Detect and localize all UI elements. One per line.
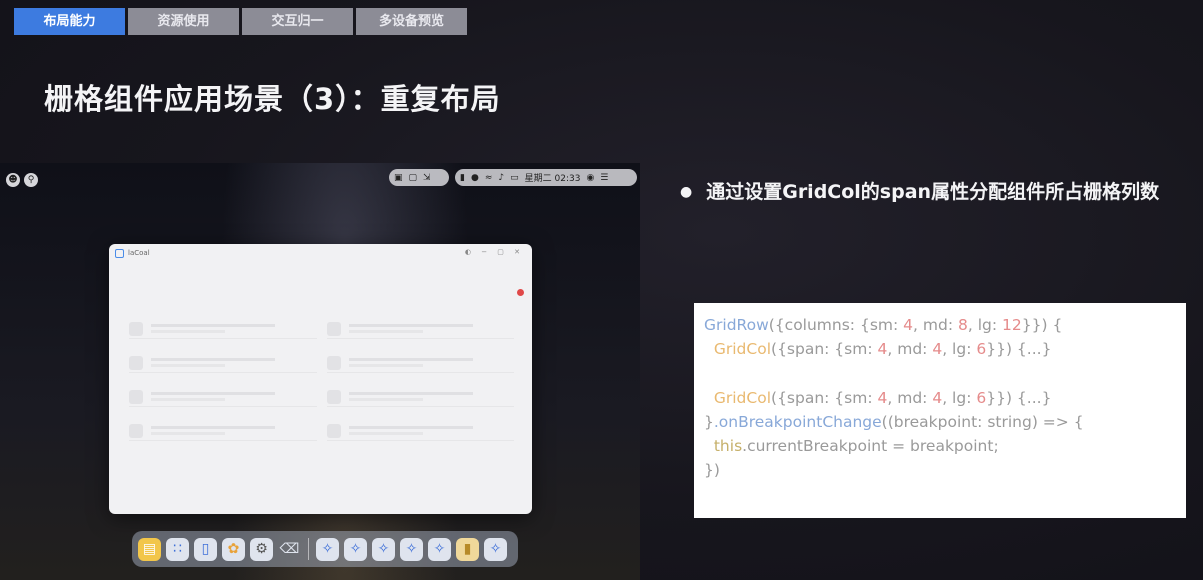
battery-icon: ▮ [460,172,465,183]
bullet-text: 通过设置GridCol的span属性分配组件所占栅格列数 [706,181,1160,203]
clover-app-icon[interactable]: ✧ [428,537,451,561]
code-line: }) [704,461,720,480]
grid-app-icon[interactable]: ∷ [166,537,189,561]
tab-layout[interactable]: 布局能力 [14,8,125,35]
window-name: laCoal [128,249,150,257]
status-time: 星期二 02:33 [524,174,581,184]
list-item[interactable] [129,387,317,407]
clover-app-icon[interactable]: ✧ [372,537,395,561]
app-icon [115,248,124,258]
mic-icon: ● [470,172,479,183]
list-item[interactable] [326,387,514,407]
list-item[interactable] [129,319,317,339]
chat-icon[interactable]: ◉ [586,173,594,183]
volume-icon: ♪ [498,172,505,183]
window-controls[interactable]: ◐ − ▢ ✕ [465,248,524,256]
dock-divider [308,538,309,560]
tab-resource[interactable]: 资源使用 [128,8,239,35]
notes-app-icon[interactable]: ▮ [456,537,479,561]
status-pill: ▮ ● ≈ ♪ ▭ 星期二 02:33 ◉ ☰ [455,169,637,186]
settings-app-icon[interactable]: ⚙ [250,537,273,561]
app-window: laCoal ◐ − ▢ ✕ [109,244,532,514]
code-line: GridCol({span: {sm: 4, md: 4, lg: 6}}) {… [713,388,1052,407]
code-line: }.onBreakpointChange((breakpoint: string… [704,412,1084,431]
tray-pill: ▣ ▢ ⇲ [389,169,449,186]
screenshot-icon[interactable]: ▣ [394,173,403,183]
bullet-point: ● 通过设置GridCol的span属性分配组件所占栅格列数 [680,174,1190,211]
search-icon[interactable]: ⚲ [24,173,38,187]
folder-app-icon[interactable]: ▤ [138,537,161,561]
expand-icon[interactable]: ⇲ [423,173,431,183]
top-left-icons: ☻ ⚲ [6,173,38,187]
clover-app-icon[interactable]: ✧ [484,537,507,561]
dock: ▤ ∷ ▯ ✿ ⚙ ⌫ ✧ ✧ ✧ ✧ ✧ ▮ ✧ [132,531,518,567]
code-line: this.currentBreakpoint = breakpoint; [713,436,999,455]
trash-app-icon[interactable]: ⌫ [278,538,301,561]
list-item[interactable] [129,353,317,373]
slide-title: 栅格组件应用场景（3）：重复布局 [44,82,501,116]
window-icon[interactable]: ▢ [409,173,418,183]
list-item[interactable] [129,421,317,441]
code-line: GridCol({span: {sm: 4, md: 4, lg: 6}}) {… [713,340,1052,359]
book-app-icon[interactable]: ▯ [194,537,217,561]
code-line: GridRow({columns: {sm: 4, md: 8, lg: 12}… [704,316,1063,334]
tab-interaction[interactable]: 交互归一 [242,8,353,35]
clover-app-icon[interactable]: ✧ [400,537,423,561]
alert-icon [517,289,524,296]
list-item[interactable] [326,353,514,373]
grid-layout [129,319,514,441]
user-icon[interactable]: ☻ [6,173,20,187]
tab-multidevice[interactable]: 多设备预览 [356,8,467,35]
control-center-icon[interactable]: ☰ [600,173,608,183]
clover-app-icon[interactable]: ✧ [344,537,367,561]
clover-app-icon[interactable]: ✧ [316,537,339,561]
wifi-icon: ≈ [484,172,493,183]
section-tabs: 布局能力 资源使用 交互归一 多设备预览 [14,8,467,35]
list-item[interactable] [326,319,514,339]
photos-app-icon[interactable]: ✿ [222,537,245,561]
code-block: GridRow({columns: {sm: 4, md: 8, lg: 12}… [694,303,1186,518]
list-item[interactable] [326,421,514,441]
screen-icon: ▭ [510,172,519,183]
bullet-icon: ● [680,184,693,200]
device-screenshot: ☻ ⚲ ▣ ▢ ⇲ ▮ ● ≈ ♪ ▭ 星期二 02:33 ◉ ☰ laCoal… [0,163,640,580]
